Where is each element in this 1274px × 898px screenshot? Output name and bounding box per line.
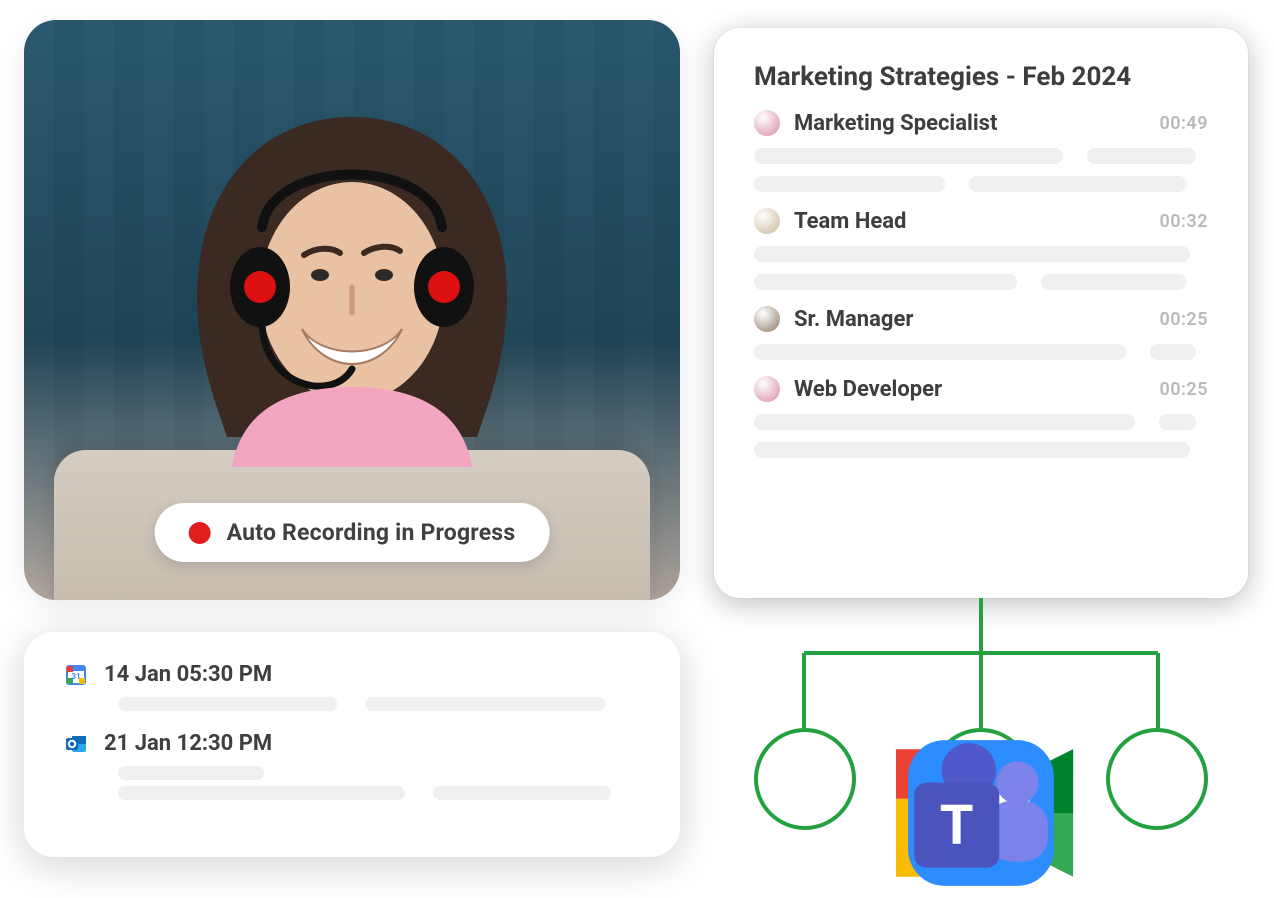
calendar-label: 14 Jan 05:30 PM (104, 662, 272, 687)
person-illustration (142, 77, 562, 497)
transcript-entry: Sr. Manager 00:25 (754, 306, 1208, 360)
speaker-role: Team Head (794, 209, 1145, 234)
skeleton-row (118, 766, 640, 780)
skeleton-row (118, 786, 640, 800)
speaker-role: Sr. Manager (794, 307, 1145, 332)
calendar-label: 21 Jan 12:30 PM (104, 731, 272, 756)
speaker-timestamp: 00:25 (1159, 309, 1208, 330)
speaker-role: Web Developer (794, 377, 1145, 402)
calendar-row[interactable]: 21 Jan 12:30 PM (64, 731, 640, 756)
microsoft-teams-icon[interactable]: T (1106, 728, 1208, 830)
calendar-row[interactable]: 31 14 Jan 05:30 PM (64, 662, 640, 687)
transcript-card: Marketing Strategies - Feb 2024 Marketin… (714, 28, 1248, 598)
skeleton-row (118, 697, 640, 711)
avatar (754, 110, 780, 136)
transcript-title: Marketing Strategies - Feb 2024 (754, 62, 1208, 92)
speaker-timestamp: 00:25 (1159, 379, 1208, 400)
avatar (754, 306, 780, 332)
recording-status-text: Auto Recording in Progress (227, 519, 516, 546)
outlook-icon (64, 732, 88, 756)
speaker-timestamp: 00:49 (1159, 113, 1208, 134)
svg-text:31: 31 (71, 672, 80, 681)
transcript-entry: Team Head 00:32 (754, 208, 1208, 290)
integrations-connector: T (714, 598, 1248, 878)
video-call-card: Auto Recording in Progress (24, 20, 680, 600)
record-dot-icon (189, 522, 211, 544)
google-calendar-icon: 31 (64, 663, 88, 687)
avatar (754, 208, 780, 234)
recording-status-pill: Auto Recording in Progress (155, 503, 550, 562)
calendar-card: 31 14 Jan 05:30 PM 21 Jan 12:30 PM (24, 632, 680, 857)
avatar (754, 376, 780, 402)
transcript-entry: Marketing Specialist 00:49 (754, 110, 1208, 192)
svg-text:T: T (940, 793, 974, 857)
speaker-role: Marketing Specialist (794, 111, 1145, 136)
speaker-timestamp: 00:32 (1159, 211, 1208, 232)
transcript-entry: Web Developer 00:25 (754, 376, 1208, 458)
